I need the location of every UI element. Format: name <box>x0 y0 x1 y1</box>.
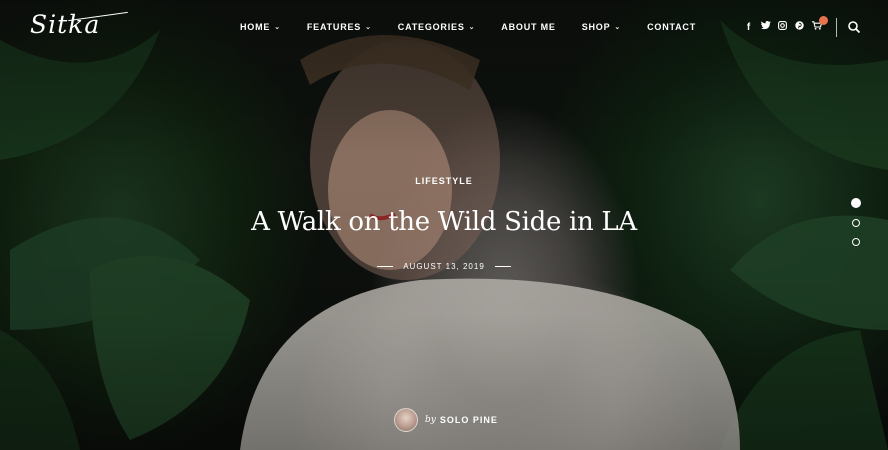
date-line-left <box>377 266 394 267</box>
nav-divider <box>836 18 837 37</box>
post-title[interactable]: A Walk on the Wild Side in LA <box>0 207 888 237</box>
post-author[interactable]: by SOLO PINE <box>394 408 498 432</box>
search-icon[interactable] <box>847 20 861 34</box>
menu-item-home[interactable]: HOME ⌄ <box>240 22 281 32</box>
post-date-row: AUGUST 13, 2019 <box>0 262 888 271</box>
menu-item-categories[interactable]: CATEGORIES ⌄ <box>398 22 476 32</box>
top-navigation: Sitka HOME ⌄ FEATURES ⌄ CATEGORIES ⌄ ABO… <box>0 0 888 56</box>
menu-item-label: CATEGORIES <box>397 22 465 32</box>
slider-dot-2[interactable] <box>852 219 860 227</box>
menu-item-about-me[interactable]: ABOUT ME <box>501 22 555 32</box>
instagram-icon[interactable] <box>778 21 787 33</box>
author-name[interactable]: SOLO PINE <box>440 415 498 425</box>
menu-item-features[interactable]: FEATURES ⌄ <box>307 22 372 32</box>
menu-item-shop[interactable]: SHOP ⌄ <box>582 22 621 32</box>
hero-slide: Sitka HOME ⌄ FEATURES ⌄ CATEGORIES ⌄ ABO… <box>0 0 888 450</box>
menu-item-contact[interactable]: CONTACT <box>647 22 696 32</box>
chevron-down-icon: ⌄ <box>365 24 372 31</box>
date-line-right <box>494 266 511 267</box>
chevron-down-icon: ⌄ <box>468 24 476 31</box>
pinterest-icon[interactable] <box>795 21 804 33</box>
facebook-icon[interactable]: f <box>744 22 753 33</box>
social-links: f <box>744 16 829 33</box>
slider-dot-3[interactable] <box>852 238 860 246</box>
post-category[interactable]: LIFESTYLE <box>0 176 888 186</box>
site-logo[interactable]: Sitka <box>30 10 100 39</box>
chevron-down-icon: ⌄ <box>274 24 281 31</box>
avatar <box>394 408 418 432</box>
author-prefix: by <box>425 415 436 425</box>
slider-pagination <box>851 198 861 257</box>
twitter-icon[interactable] <box>761 21 771 33</box>
menu-item-label: ABOUT ME <box>501 22 556 32</box>
menu-item-label: HOME <box>240 22 271 32</box>
cart-icon[interactable] <box>812 16 828 33</box>
main-menu: HOME ⌄ FEATURES ⌄ CATEGORIES ⌄ ABOUT ME … <box>240 22 722 32</box>
chevron-down-icon: ⌄ <box>614 24 622 31</box>
menu-item-label: CONTACT <box>647 22 697 32</box>
cart-count-badge <box>819 16 828 25</box>
slider-dot-1[interactable] <box>851 198 861 208</box>
menu-item-label: SHOP <box>581 22 611 32</box>
menu-item-label: FEATURES <box>306 22 362 32</box>
post-date: AUGUST 13, 2019 <box>403 262 485 271</box>
